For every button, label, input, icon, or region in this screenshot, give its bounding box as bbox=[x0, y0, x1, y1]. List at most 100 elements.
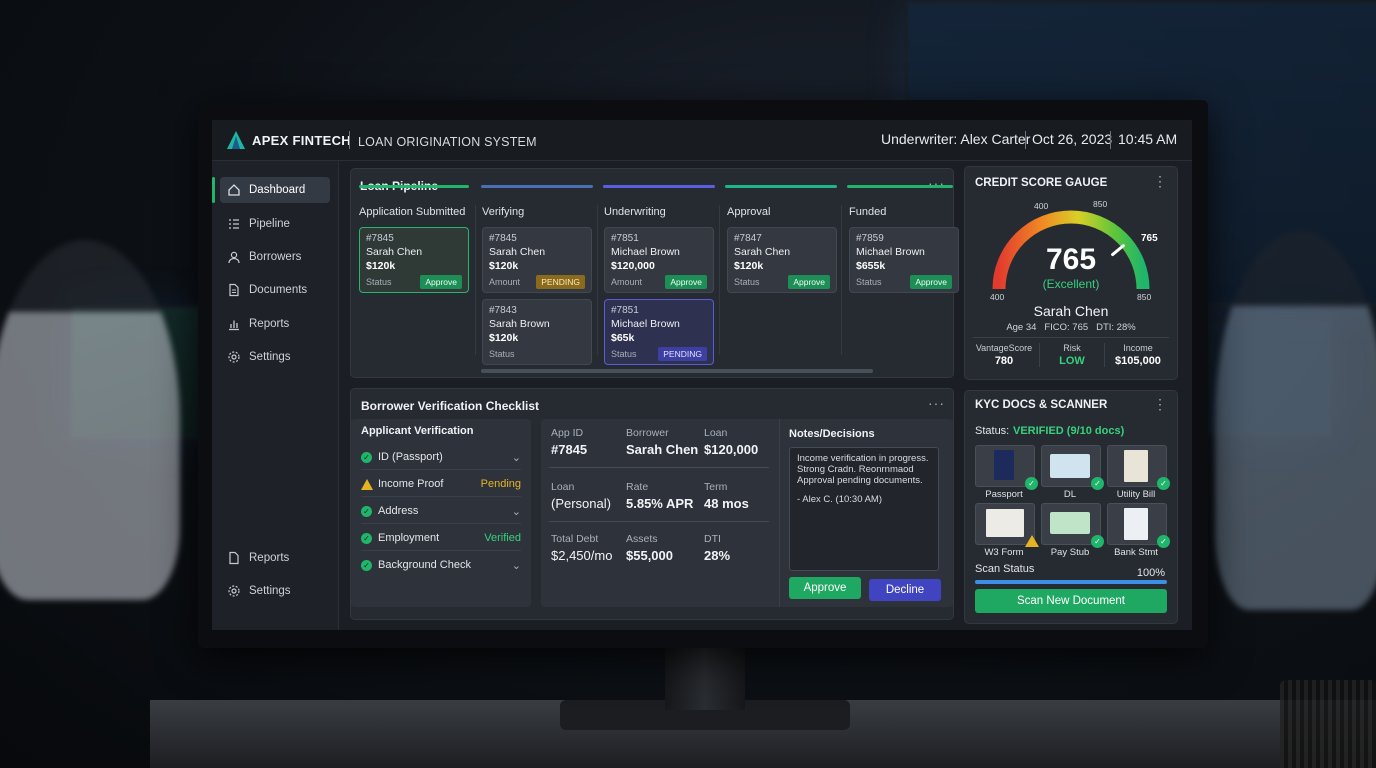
more-menu-icon[interactable]: ⋮ bbox=[1153, 396, 1168, 413]
sidebar-item-pipeline[interactable]: Pipeline bbox=[220, 211, 330, 237]
underwriter-label: Underwriter: Alex Carter bbox=[881, 131, 1031, 147]
checklist-item-employment[interactable]: ✓ Employment Verified bbox=[361, 526, 521, 551]
more-menu-icon[interactable]: ··· bbox=[928, 395, 945, 411]
dti-label: DTI bbox=[704, 533, 721, 545]
sidebar-item-label: Dashboard bbox=[249, 184, 306, 196]
loan-id: #7845 bbox=[366, 233, 394, 244]
borrower-name: Michael Brown bbox=[856, 246, 925, 258]
loan-amount: $655k bbox=[856, 260, 886, 272]
notes-title: Notes/Decisions bbox=[789, 428, 875, 440]
chevron-down-icon[interactable]: ⌄ bbox=[512, 451, 521, 464]
loan-amount: $120k bbox=[489, 260, 519, 272]
gauge-tick-mid: 400 bbox=[1034, 201, 1049, 211]
stat-label: Income bbox=[1123, 343, 1153, 353]
chevron-down-icon[interactable]: ⌄ bbox=[512, 559, 521, 572]
borrower-value: Sarah Chen bbox=[626, 442, 699, 457]
notes-textarea[interactable]: Income verification in progress. Strong … bbox=[789, 447, 939, 571]
column-divider bbox=[475, 205, 476, 355]
checklist-item-label: Employment bbox=[378, 532, 440, 544]
approve-button[interactable]: Approve bbox=[789, 577, 861, 599]
divider bbox=[973, 337, 1169, 338]
more-menu-icon[interactable]: ⋮ bbox=[1153, 173, 1168, 190]
borrower-verification-panel: Borrower Verification Checklist ··· Appl… bbox=[350, 388, 954, 620]
loan-card[interactable]: #7843 Sarah Brown $120k Status bbox=[482, 299, 592, 365]
w3-form-doc-thumb[interactable] bbox=[975, 503, 1039, 547]
approve-badge[interactable]: Approve bbox=[788, 275, 830, 289]
checklist-item-income-proof[interactable]: Income Proof Pending bbox=[361, 472, 521, 497]
approve-badge[interactable]: Approve bbox=[665, 275, 707, 289]
sidebar-item-settings[interactable]: Settings bbox=[220, 344, 330, 370]
loan-card[interactable]: #7859 Michael Brown $655k Status Approve bbox=[849, 227, 959, 293]
bank-stmt-doc-thumb[interactable]: ✓ bbox=[1107, 503, 1170, 548]
checklist-item-address[interactable]: ✓ Address ⌄ bbox=[361, 499, 521, 524]
gauge-tick-max: 850 bbox=[1137, 292, 1152, 302]
loan-amount: $120k bbox=[734, 260, 764, 272]
statement-icon bbox=[1124, 508, 1148, 540]
term-label: Term bbox=[704, 481, 728, 493]
loan-card[interactable]: #7845 Sarah Chen $120k Status Approve bbox=[359, 227, 469, 293]
loan-card[interactable]: #7845 Sarah Chen $120k Amount PENDING bbox=[482, 227, 592, 293]
scan-status-label: Scan Status bbox=[975, 563, 1035, 575]
sidebar-item-borrowers[interactable]: Borrowers bbox=[220, 244, 330, 270]
term-value: 48 mos bbox=[704, 496, 749, 511]
loan-details-panel: App ID #7845 Borrower Sarah Chen Loan $1… bbox=[541, 419, 953, 607]
borrower-name: Sarah Chen bbox=[734, 246, 791, 258]
monitor-stand bbox=[665, 640, 745, 710]
gauge-tick-upper: 850 bbox=[1093, 199, 1108, 209]
approve-badge[interactable]: Approve bbox=[910, 275, 952, 289]
sidebar-item-documents[interactable]: Documents bbox=[220, 277, 330, 303]
card-status-label: Amount bbox=[611, 277, 643, 287]
kyc-status-value: VERIFIED (9/10 docs) bbox=[1013, 425, 1125, 437]
scan-new-document-button[interactable]: Scan New Document bbox=[975, 589, 1167, 613]
sidebar-item-dashboard[interactable]: Dashboard bbox=[212, 177, 330, 203]
loan-label: Loan bbox=[704, 427, 728, 439]
sidebar-item-reports[interactable]: Reports bbox=[220, 311, 330, 337]
id-card-icon bbox=[1050, 454, 1090, 478]
dl-doc-thumb[interactable]: ✓ bbox=[1041, 445, 1104, 490]
loan-card[interactable]: #7851 Michael Brown $65k Status PENDING bbox=[604, 299, 714, 365]
checklist-item-id-passport[interactable]: ✓ ID (Passport) ⌄ bbox=[361, 445, 521, 470]
borrower-name: Sarah Chen bbox=[1033, 303, 1109, 319]
utility-bill-doc-thumb[interactable]: ✓ bbox=[1107, 445, 1170, 490]
app-screen: APEX FINTECH LOAN ORIGINATION SYSTEM Und… bbox=[212, 120, 1192, 630]
checklist-item-label: ID (Passport) bbox=[378, 451, 443, 463]
loan-amount: $120k bbox=[489, 332, 519, 344]
loan-id: #7851 bbox=[611, 305, 639, 316]
column-bar-funded bbox=[847, 185, 953, 188]
dti-value: 28% bbox=[704, 548, 731, 563]
total-debt-label: Total Debt bbox=[551, 533, 599, 545]
column-title-funded: Funded bbox=[849, 206, 887, 218]
kyc-panel: KYC DOCS & SCANNER ⋮ Status: VERIFIED (9… bbox=[964, 390, 1178, 624]
approve-badge[interactable]: Approve bbox=[420, 275, 462, 289]
passport-icon bbox=[994, 450, 1014, 480]
gauge-tick-min: 400 bbox=[990, 292, 1005, 302]
panel-title: CREDIT SCORE GAUGE bbox=[975, 177, 1108, 189]
borrower-name: Michael Brown bbox=[611, 318, 680, 330]
sidebar-item-label: Pipeline bbox=[249, 218, 290, 230]
assets-value: $55,000 bbox=[626, 548, 673, 563]
doc-label: Utility Bill bbox=[1116, 489, 1156, 500]
stat-label: Risk bbox=[1063, 343, 1081, 353]
checklist-item-label: Income Proof bbox=[378, 478, 444, 490]
sidebar-item-reports-bottom[interactable]: Reports bbox=[220, 545, 330, 571]
loan-id: #7845 bbox=[489, 233, 517, 244]
bar-chart-icon bbox=[229, 320, 239, 331]
pay-stub-doc-thumb[interactable]: ✓ bbox=[1041, 503, 1104, 548]
loan-amount: $65k bbox=[611, 332, 635, 344]
checklist-item-background-check[interactable]: ✓ Background Check ⌄ bbox=[361, 553, 521, 577]
scan-progress-track bbox=[975, 580, 1167, 584]
sidebar-item-settings-bottom[interactable]: Settings bbox=[220, 578, 330, 604]
chevron-down-icon[interactable]: ⌄ bbox=[512, 505, 521, 518]
horizontal-scrollbar[interactable] bbox=[481, 369, 873, 373]
more-menu-icon[interactable]: ··· bbox=[928, 175, 945, 191]
pending-badge: PENDING bbox=[658, 347, 707, 361]
loan-card[interactable]: #7851 Michael Brown $120,000 Amount Appr… bbox=[604, 227, 714, 293]
decline-button[interactable]: Decline bbox=[869, 579, 941, 601]
stat-value: LOW bbox=[1059, 355, 1085, 367]
scan-status-percent: 100% bbox=[1136, 567, 1165, 579]
loan-card[interactable]: #7847 Sarah Chen $120k Status Approve bbox=[727, 227, 837, 293]
column-bar-verifying bbox=[481, 185, 593, 188]
document-icon bbox=[229, 551, 239, 565]
check-circle-icon: ✓ bbox=[361, 451, 372, 463]
passport-doc-thumb[interactable]: ✓ bbox=[975, 445, 1038, 490]
